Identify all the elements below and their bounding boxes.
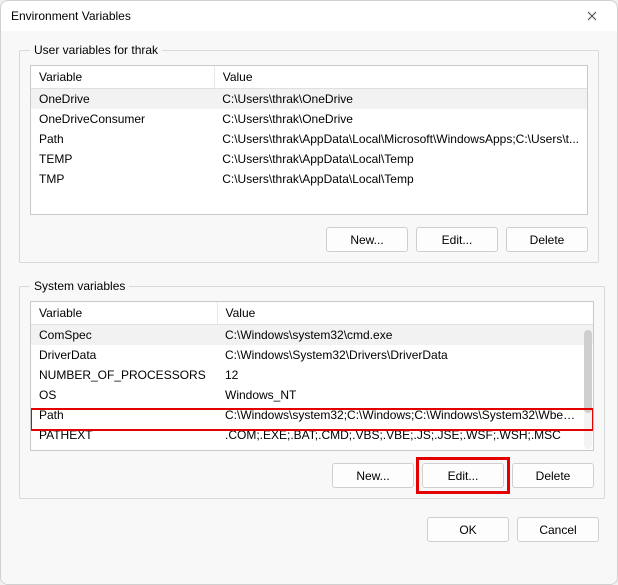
close-icon[interactable]	[577, 1, 607, 31]
system-delete-button[interactable]: Delete	[512, 463, 594, 488]
cell-variable: Path	[31, 405, 217, 425]
user-button-row: New... Edit... Delete	[30, 227, 588, 252]
cell-value: MSI:Windows 10 Home	[217, 445, 593, 451]
cell-variable: PATHEXT	[31, 425, 217, 445]
system-edit-button[interactable]: Edit...	[422, 463, 504, 488]
cell-variable: DriverData	[31, 345, 217, 365]
system-variables-table-wrap: Variable Value ComSpec C:\Windows\system…	[30, 301, 594, 451]
cell-value: .COM;.EXE;.BAT;.CMD;.VBS;.VBE;.JS;.JSE;.…	[217, 425, 593, 445]
dialog-body: User variables for thrak Variable Value …	[1, 31, 617, 584]
cell-value: C:\Windows\system32\cmd.exe	[217, 325, 593, 346]
user-variables-table[interactable]: Variable Value OneDrive C:\Users\thrak\O…	[31, 66, 587, 189]
table-row[interactable]: PATHEXT .COM;.EXE;.BAT;.CMD;.VBS;.VBE;.J…	[31, 425, 593, 445]
system-new-button[interactable]: New...	[332, 463, 414, 488]
system-col-variable[interactable]: Variable	[31, 302, 217, 325]
cell-value: C:\Windows\system32;C:\Windows;C:\Window…	[217, 405, 593, 425]
user-col-value[interactable]: Value	[214, 66, 587, 89]
window-title: Environment Variables	[11, 9, 577, 23]
dialog-button-row: OK Cancel	[19, 509, 599, 552]
cell-value: Windows_NT	[217, 385, 593, 405]
system-col-value[interactable]: Value	[217, 302, 593, 325]
user-variables-legend: User variables for thrak	[30, 43, 162, 57]
cell-value: C:\Users\thrak\OneDrive	[214, 89, 587, 110]
table-row[interactable]: NUMBER_OF_PROCESSORS 12	[31, 365, 593, 385]
table-row[interactable]: OneDriveConsumer C:\Users\thrak\OneDrive	[31, 109, 587, 129]
cell-value: C:\Users\thrak\AppData\Local\Microsoft\W…	[214, 129, 587, 149]
cell-variable: POWERSHELL_DISTRIBUTIO...	[31, 445, 217, 451]
system-scrollbar[interactable]	[584, 330, 592, 449]
table-row[interactable]: TMP C:\Users\thrak\AppData\Local\Temp	[31, 169, 587, 189]
ok-button[interactable]: OK	[427, 517, 509, 542]
user-variables-table-wrap: Variable Value OneDrive C:\Users\thrak\O…	[30, 65, 588, 215]
cell-variable: Path	[31, 129, 214, 149]
table-row[interactable]: TEMP C:\Users\thrak\AppData\Local\Temp	[31, 149, 587, 169]
system-variables-group: System variables Variable Value ComSpec …	[19, 279, 605, 499]
cell-value: C:\Windows\System32\Drivers\DriverData	[217, 345, 593, 365]
system-variables-table[interactable]: Variable Value ComSpec C:\Windows\system…	[31, 302, 593, 451]
cell-variable: OS	[31, 385, 217, 405]
table-row[interactable]: Path C:\Users\thrak\AppData\Local\Micros…	[31, 129, 587, 149]
table-row[interactable]: OS Windows_NT	[31, 385, 593, 405]
table-row[interactable]: Path C:\Windows\system32;C:\Windows;C:\W…	[31, 405, 593, 425]
cell-variable: OneDriveConsumer	[31, 109, 214, 129]
user-col-variable[interactable]: Variable	[31, 66, 214, 89]
cell-variable: OneDrive	[31, 89, 214, 110]
cell-value: 12	[217, 365, 593, 385]
cell-value: C:\Users\thrak\AppData\Local\Temp	[214, 169, 587, 189]
user-edit-button[interactable]: Edit...	[416, 227, 498, 252]
cell-variable: TMP	[31, 169, 214, 189]
user-delete-button[interactable]: Delete	[506, 227, 588, 252]
table-row[interactable]: POWERSHELL_DISTRIBUTIO... MSI:Windows 10…	[31, 445, 593, 451]
cell-variable: TEMP	[31, 149, 214, 169]
table-row[interactable]: ComSpec C:\Windows\system32\cmd.exe	[31, 325, 593, 346]
system-button-row: New... Edit... Delete	[30, 463, 594, 488]
user-new-button[interactable]: New...	[326, 227, 408, 252]
environment-variables-dialog: Environment Variables User variables for…	[0, 0, 618, 585]
cell-value: C:\Users\thrak\OneDrive	[214, 109, 587, 129]
cell-variable: NUMBER_OF_PROCESSORS	[31, 365, 217, 385]
scrollbar-thumb[interactable]	[584, 330, 592, 413]
user-variables-group: User variables for thrak Variable Value …	[19, 43, 599, 263]
titlebar: Environment Variables	[1, 1, 617, 31]
system-variables-legend: System variables	[30, 279, 129, 293]
cell-variable: ComSpec	[31, 325, 217, 346]
table-row[interactable]: OneDrive C:\Users\thrak\OneDrive	[31, 89, 587, 110]
cell-value: C:\Users\thrak\AppData\Local\Temp	[214, 149, 587, 169]
table-row[interactable]: DriverData C:\Windows\System32\Drivers\D…	[31, 345, 593, 365]
cancel-button[interactable]: Cancel	[517, 517, 599, 542]
